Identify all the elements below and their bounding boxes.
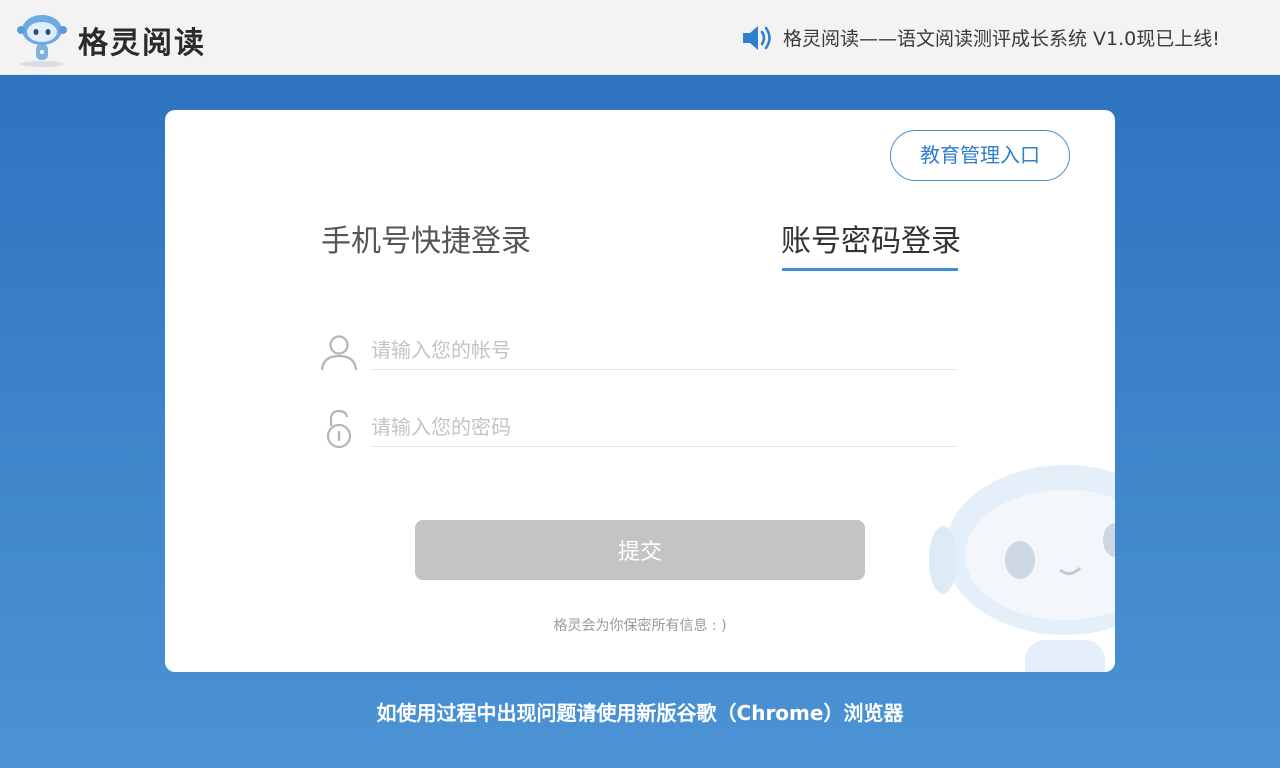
tab-account-password-login[interactable]: 账号密码登录 [781,216,961,260]
submit-button[interactable]: 提交 [415,520,865,580]
announcement-text: 格灵阅读——语文阅读测评成长系统 V1.0现已上线! [783,28,1220,50]
speaker-icon [743,26,771,50]
password-input[interactable] [371,407,957,447]
login-card: 教育管理入口 手机号快捷登录 账号密码登录 提交 格灵会为你保密所有信息 : ) [165,110,1115,672]
privacy-note: 格灵会为你保密所有信息 : ) [553,618,727,634]
lock-icon [326,409,352,448]
tab-phone-quick-login[interactable]: 手机号快捷登录 [321,216,531,260]
active-tab-indicator [782,268,958,271]
account-input[interactable] [371,330,957,370]
user-icon [320,335,358,371]
mascot-watermark-icon [929,465,1115,672]
browser-tip: 如使用过程中出现问题请使用新版谷歌（Chrome）浏览器 [376,701,904,725]
robot-mascot-icon [17,15,67,67]
brand-name: 格灵阅读 [78,26,206,61]
education-admin-entry-button[interactable]: 教育管理入口 [890,130,1070,181]
top-header: 格灵阅读 格灵阅读——语文阅读测评成长系统 V1.0现已上线! [0,0,1280,75]
